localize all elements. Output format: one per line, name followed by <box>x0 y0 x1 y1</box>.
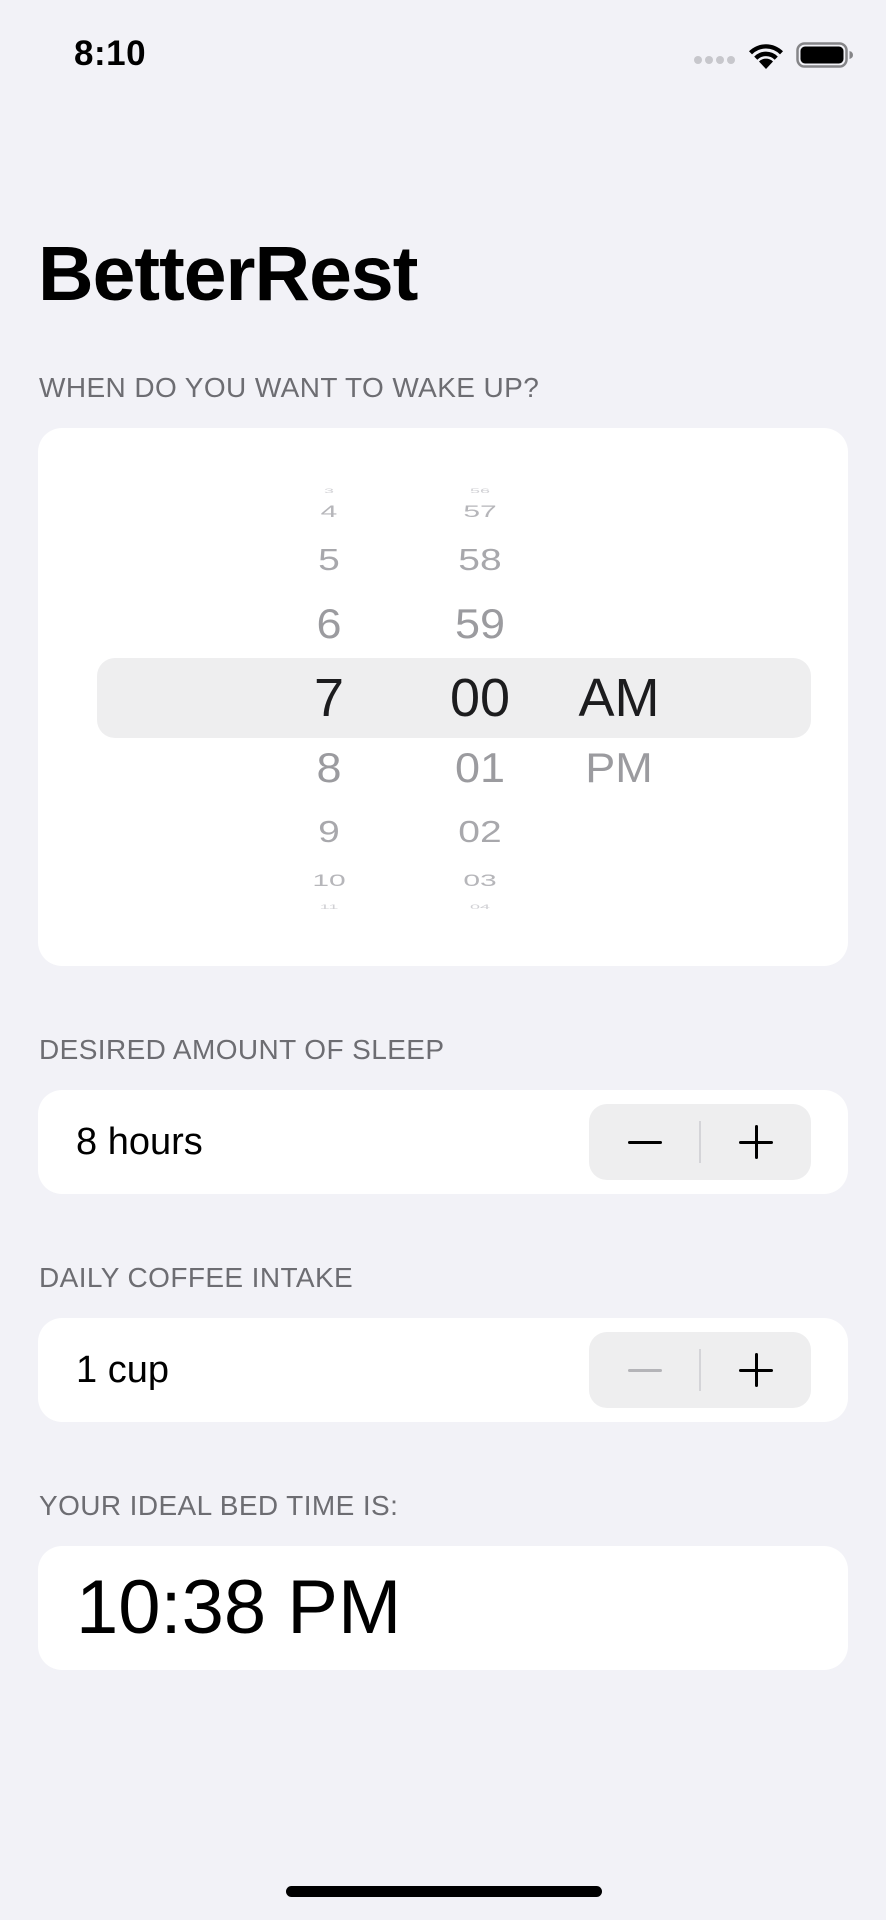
coffee-decrement-button[interactable] <box>589 1332 700 1408</box>
minus-icon <box>628 1141 662 1144</box>
picker-minute-wheel[interactable]: 56 57 58 59 00 01 02 03 04 <box>415 428 545 966</box>
picker-hour-value: 4 <box>320 502 338 521</box>
status-time: 8:10 <box>74 34 147 73</box>
plus-icon <box>739 1125 773 1159</box>
page-title: BetterRest <box>38 231 418 317</box>
sleep-amount-row: 8 hours <box>38 1090 848 1194</box>
coffee-intake-label: 1 cup <box>76 1349 169 1391</box>
status-bar: 8:10 <box>0 0 886 110</box>
minus-icon <box>628 1369 662 1372</box>
coffee-increment-button[interactable] <box>700 1332 811 1408</box>
coffee-intake-stepper[interactable] <box>589 1332 811 1408</box>
plus-icon <box>739 1353 773 1387</box>
bedtime-value: 10:38 PM <box>76 1565 402 1650</box>
sleep-amount-label: 8 hours <box>76 1121 203 1163</box>
bedtime-section-header: YOUR IDEAL BED TIME IS: <box>39 1490 399 1521</box>
picker-period-selected: AM <box>578 668 660 728</box>
battery-icon <box>796 42 853 68</box>
cellular-signal-icon <box>694 56 736 66</box>
picker-minute-value: 01 <box>454 744 506 791</box>
sleep-amount-stepper[interactable] <box>589 1104 811 1180</box>
picker-minute-value: 02 <box>458 815 502 850</box>
picker-hour-value: 8 <box>316 744 342 791</box>
home-indicator[interactable] <box>286 1886 602 1897</box>
picker-minute-value: 59 <box>454 600 506 647</box>
picker-hour-value: 11 <box>319 903 339 911</box>
sleep-decrement-button[interactable] <box>589 1104 700 1180</box>
wifi-icon <box>749 44 783 69</box>
picker-period-value: PM <box>585 744 653 791</box>
picker-hour-selected: 7 <box>313 668 345 728</box>
wake-up-section-header: WHEN DO YOU WANT TO WAKE UP? <box>39 372 540 403</box>
picker-hour-value: 6 <box>316 600 342 647</box>
picker-hour-value: 3 <box>323 487 334 495</box>
picker-minute-value: 58 <box>458 543 502 578</box>
picker-hour-value: 10 <box>312 871 346 890</box>
picker-period-wheel[interactable]: AM PM <box>554 428 684 966</box>
picker-hour-value: 5 <box>318 543 340 578</box>
picker-minute-selected: 00 <box>449 668 511 728</box>
wake-up-time-picker[interactable]: 3 4 5 6 7 8 9 10 11 56 57 58 59 00 01 02… <box>38 428 848 966</box>
picker-minute-value: 56 <box>469 487 491 495</box>
picker-hour-value: 9 <box>318 815 340 850</box>
sleep-increment-button[interactable] <box>700 1104 811 1180</box>
picker-minute-value: 03 <box>463 871 497 890</box>
picker-hour-wheel[interactable]: 3 4 5 6 7 8 9 10 11 <box>264 428 394 966</box>
sleep-amount-section-header: DESIRED AMOUNT OF SLEEP <box>39 1034 445 1065</box>
coffee-intake-row: 1 cup <box>38 1318 848 1422</box>
picker-minute-value: 04 <box>469 903 491 911</box>
coffee-intake-section-header: DAILY COFFEE INTAKE <box>39 1262 354 1293</box>
bedtime-result-card: 10:38 PM <box>38 1546 848 1670</box>
picker-minute-value: 57 <box>463 502 497 521</box>
